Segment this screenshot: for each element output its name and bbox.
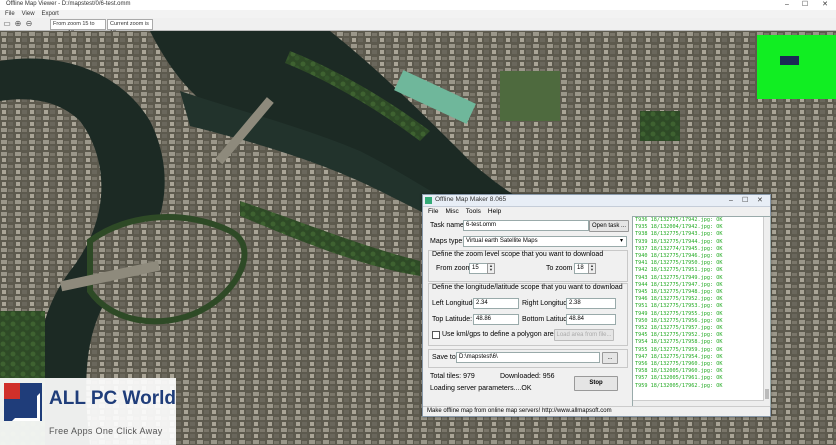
menu-file[interactable]: File	[5, 10, 15, 18]
log-line: T958 18/132005/17960.jpg: OK	[635, 368, 723, 375]
menu-view[interactable]: View	[22, 10, 35, 18]
dialog-title: Offline Map Maker 8.065	[435, 196, 507, 203]
dialog-menubar: File Misc Tools Help	[423, 207, 770, 216]
top-latitude-label: Top Latitude:	[432, 316, 473, 323]
zoom-in-icon[interactable]: ⊕	[13, 19, 23, 29]
allpcworld-logo-icon	[4, 383, 42, 421]
left-longitude-input[interactable]: 2.34	[473, 298, 519, 309]
to-zoom-stepper[interactable]: ▲ ▼	[588, 263, 596, 274]
browse-button[interactable]: ...	[602, 352, 618, 364]
to-zoom-label: To zoom	[546, 265, 573, 272]
bottom-latitude-input[interactable]: 48.84	[566, 314, 616, 325]
polygon-checkbox[interactable]	[432, 331, 440, 339]
app-title: Offline Map Viewer - D:/mapstest/0/6-tes…	[6, 1, 131, 7]
zoom-range-display: From zoom 15 to zoom 18	[50, 19, 106, 36]
log-lines: T936 18/132775/17942.jpg: OK T935 18/1320…	[633, 217, 770, 390]
log-line: T938 18/132775/17943.jpg: OK	[635, 231, 723, 238]
log-line: T943 18/132775/17949.jpg: OK	[635, 274, 723, 281]
open-task-button[interactable]: Open task ...	[589, 220, 629, 232]
log-line: T945 18/132775/17952.jpg: OK	[635, 332, 723, 339]
dialog-maximize-button[interactable]: ☐	[742, 195, 748, 206]
polygon-checkbox-label: Use kml/gps to define a polygon area	[442, 331, 558, 338]
from-zoom-stepper[interactable]: ▲ ▼	[487, 263, 495, 274]
task-name-label: Task name:	[430, 222, 466, 229]
watermark: ALL PC World Free Apps One Click Away	[0, 378, 176, 445]
log-vertical-scrollbar[interactable]	[763, 217, 770, 406]
log-line: T944 18/132775/17947.jpg: OK	[635, 281, 723, 288]
maximize-button[interactable]: ☐	[798, 0, 812, 10]
from-zoom-input[interactable]: 15	[469, 263, 489, 274]
log-line: T937 18/132774/17945.jpg: OK	[635, 245, 723, 252]
logo-mark	[12, 393, 40, 421]
from-zoom-label: From zoom	[436, 265, 472, 272]
status-text: Make offline map from online map servers…	[427, 408, 612, 414]
overview-viewport[interactable]	[780, 56, 799, 65]
current-zoom-display: Current zoom is 18	[107, 19, 153, 36]
app-logo-icon	[425, 197, 432, 204]
download-log[interactable]: T936 18/132775/17942.jpg: OK T935 18/1320…	[632, 216, 771, 407]
log-line: T950 18/132775/17956.jpg: OK	[635, 317, 723, 324]
load-area-button[interactable]: Load area from file...	[554, 329, 614, 341]
app-toolbar: ▭ ⊕ ⊖ From zoom 15 to zoom 18 Current zo…	[0, 18, 836, 36]
log-line: T945 18/132775/17948.jpg: OK	[635, 289, 723, 296]
open-folder-icon[interactable]: ▭	[2, 19, 12, 29]
log-line: T957 18/132005/17961.jpg: OK	[635, 375, 723, 382]
log-line: T942 18/132775/17951.jpg: OK	[635, 267, 723, 274]
close-button[interactable]: ✕	[818, 0, 832, 10]
right-longitude-input[interactable]: 2.38	[566, 298, 616, 309]
log-line: T955 18/132775/17959.jpg: OK	[635, 346, 723, 353]
maps-type-label: Maps type:	[430, 238, 465, 245]
zoom-group-label: Define the zoom level scope that you wan…	[432, 251, 604, 258]
dialog-menu-misc[interactable]: Misc	[445, 207, 458, 216]
maps-type-select[interactable]: Virtual earth Satellite Maps	[463, 236, 627, 247]
log-line: T947 18/132775/17954.jpg: OK	[635, 353, 723, 360]
log-line: T946 18/132775/17952.jpg: OK	[635, 296, 723, 303]
dialog-statusbar: Make offline map from online map servers…	[423, 406, 770, 416]
top-latitude-input[interactable]: 48.86	[473, 314, 519, 325]
loading-status-text: Loading server parameters....OK	[430, 385, 532, 392]
app-menubar: File View Export	[0, 10, 836, 18]
dialog-minimize-button[interactable]: –	[729, 195, 733, 206]
log-line: T936 18/132775/17942.jpg: OK	[635, 217, 723, 223]
minimize-button[interactable]: –	[780, 0, 794, 10]
task-name-input[interactable]: 6-test.omm	[463, 220, 589, 231]
total-tiles-text: Total tiles: 979	[430, 373, 475, 380]
log-line: T941 18/132775/17950.jpg: OK	[635, 260, 723, 267]
lonlat-group-label: Define the longitude/latitude scope that…	[432, 284, 623, 291]
stop-button[interactable]: Stop	[574, 376, 618, 391]
dialog-menu-file[interactable]: File	[428, 207, 438, 216]
dialog-close-button[interactable]: ✕	[757, 195, 763, 206]
log-line: T956 18/132775/17960.jpg: OK	[635, 361, 723, 368]
log-line: T951 18/132775/17953.jpg: OK	[635, 303, 723, 310]
menu-export[interactable]: Export	[41, 10, 58, 18]
save-to-input[interactable]: D:\mapstest\6\	[456, 352, 600, 363]
log-line: T952 18/132775/17957.jpg: OK	[635, 325, 723, 332]
log-line: T940 18/132775/17946.jpg: OK	[635, 253, 723, 260]
chevron-down-icon[interactable]: ▾	[620, 237, 623, 244]
save-to-label: Save to:	[432, 354, 458, 361]
log-line: T954 18/132775/17958.jpg: OK	[635, 339, 723, 346]
zoom-out-icon[interactable]: ⊖	[24, 19, 34, 29]
watermark-tagline: Free Apps One Click Away	[49, 426, 163, 436]
offline-map-maker-window: Offline Map Maker 8.065 – ☐ ✕ File Misc …	[422, 194, 771, 417]
dialog-menu-help[interactable]: Help	[488, 207, 501, 216]
settings-pane: Task name: 6-test.omm Open task ... Maps…	[426, 218, 629, 399]
log-line: T959 18/132005/17962.jpg: OK	[635, 382, 723, 389]
log-line: T949 18/132775/17955.jpg: OK	[635, 310, 723, 317]
downloaded-text: Downloaded: 956	[500, 373, 555, 380]
dialog-titlebar: Offline Map Maker 8.065 – ☐ ✕	[423, 195, 770, 207]
log-scroll-thumb[interactable]	[765, 389, 769, 399]
log-line: T939 18/132775/17944.jpg: OK	[635, 238, 723, 245]
dialog-menu-tools[interactable]: Tools	[466, 207, 481, 216]
overview-map[interactable]	[757, 35, 836, 99]
watermark-brand: ALL PC World	[49, 388, 177, 409]
log-line: T935 18/132004/17942.jpg: OK	[635, 224, 723, 231]
left-longitude-label: Left Longitude:	[432, 300, 479, 307]
